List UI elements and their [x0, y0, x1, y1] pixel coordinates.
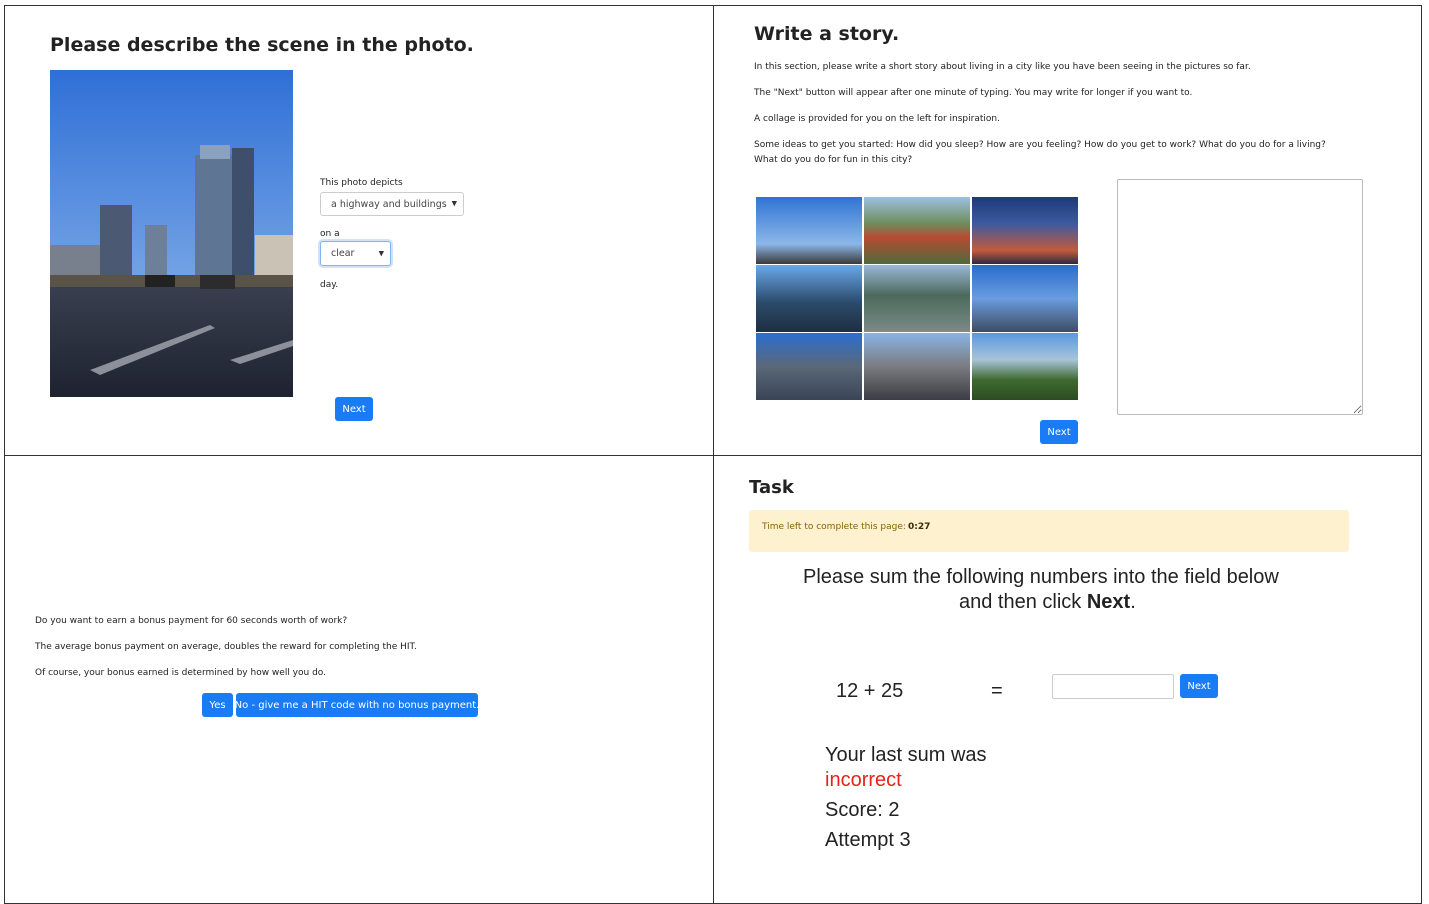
next-button[interactable]: Next — [1040, 420, 1078, 444]
instruction-paragraph: A collage is provided for you on the lef… — [754, 114, 1000, 124]
collage-tile — [864, 265, 970, 332]
collage-tile — [864, 197, 970, 264]
bonus-question: Do you want to earn a bonus payment for … — [35, 616, 348, 626]
score-text: Score: 2 — [825, 799, 900, 821]
instruction-paragraph: Some ideas to get you started: How did y… — [754, 140, 1326, 150]
weather-select-value: clear — [331, 248, 355, 259]
equals-sign: = — [991, 680, 1003, 702]
page-title: Task — [749, 477, 794, 498]
last-sum-result: incorrect — [825, 769, 902, 791]
collage-tile — [756, 197, 862, 264]
next-button[interactable]: Next — [1180, 674, 1218, 698]
yes-button[interactable]: Yes — [202, 693, 233, 717]
instruction-line: Please sum the following numbers into th… — [803, 566, 1279, 588]
chevron-down-icon: ▼ — [378, 249, 384, 258]
chevron-down-icon: ▼ — [451, 199, 457, 208]
timer-alert: Time left to complete this page: 0:27 — [749, 510, 1349, 552]
last-sum-label: Your last sum was — [825, 744, 987, 766]
instruction-paragraph: What do you do for fun in this city? — [754, 155, 913, 165]
panel-bonus-offer: Do you want to earn a bonus payment for … — [5, 456, 713, 904]
label-depicts: This photo depicts — [320, 178, 403, 188]
timer-value: 0:27 — [908, 522, 931, 532]
bonus-info: Of course, your bonus earned is determin… — [35, 668, 327, 678]
scene-select[interactable]: a highway and buildings ▼ — [320, 192, 464, 216]
collage-tile — [756, 333, 862, 400]
panel-write-story: Write a story. In this section, please w… — [714, 6, 1422, 455]
story-textarea[interactable] — [1117, 179, 1363, 415]
collage-tile — [972, 265, 1078, 332]
page-title: Please describe the scene in the photo. — [50, 34, 474, 56]
instruction-period: . — [1130, 591, 1136, 613]
scene-select-value: a highway and buildings — [331, 198, 447, 210]
answer-input[interactable] — [1052, 674, 1174, 699]
photo-collage — [756, 197, 1079, 400]
instruction-paragraph: The "Next" button will appear after one … — [754, 88, 1193, 98]
collage-tile — [756, 265, 862, 332]
attempt-text: Attempt 3 — [825, 829, 911, 851]
panel-sum-task: Task Time left to complete this page: 0:… — [714, 456, 1422, 904]
label-day: day. — [320, 280, 339, 290]
instruction-paragraph: In this section, please write a short st… — [754, 62, 1251, 72]
city-photo — [50, 70, 293, 397]
instruction-line: and then click Next. — [959, 591, 1136, 614]
collage-tile — [972, 333, 1078, 400]
next-button[interactable]: Next — [335, 397, 373, 421]
weather-select[interactable]: clear ▼ — [320, 241, 391, 266]
no-bonus-button[interactable]: No - give me a HIT code with no bonus pa… — [235, 693, 479, 717]
collage-tile — [864, 333, 970, 400]
bonus-info: The average bonus payment on average, do… — [35, 642, 417, 652]
label-on: on a — [320, 229, 340, 239]
collage-tile — [972, 197, 1078, 264]
equation: 12 + 25 — [836, 680, 904, 702]
page-title: Write a story. — [754, 23, 900, 45]
instruction-text: and then click — [959, 591, 1087, 613]
timer-label: Time left to complete this page: — [762, 522, 906, 532]
panel-describe-photo: Please describe the scene in the photo. — [5, 6, 713, 455]
instruction-next-word: Next — [1086, 591, 1131, 613]
